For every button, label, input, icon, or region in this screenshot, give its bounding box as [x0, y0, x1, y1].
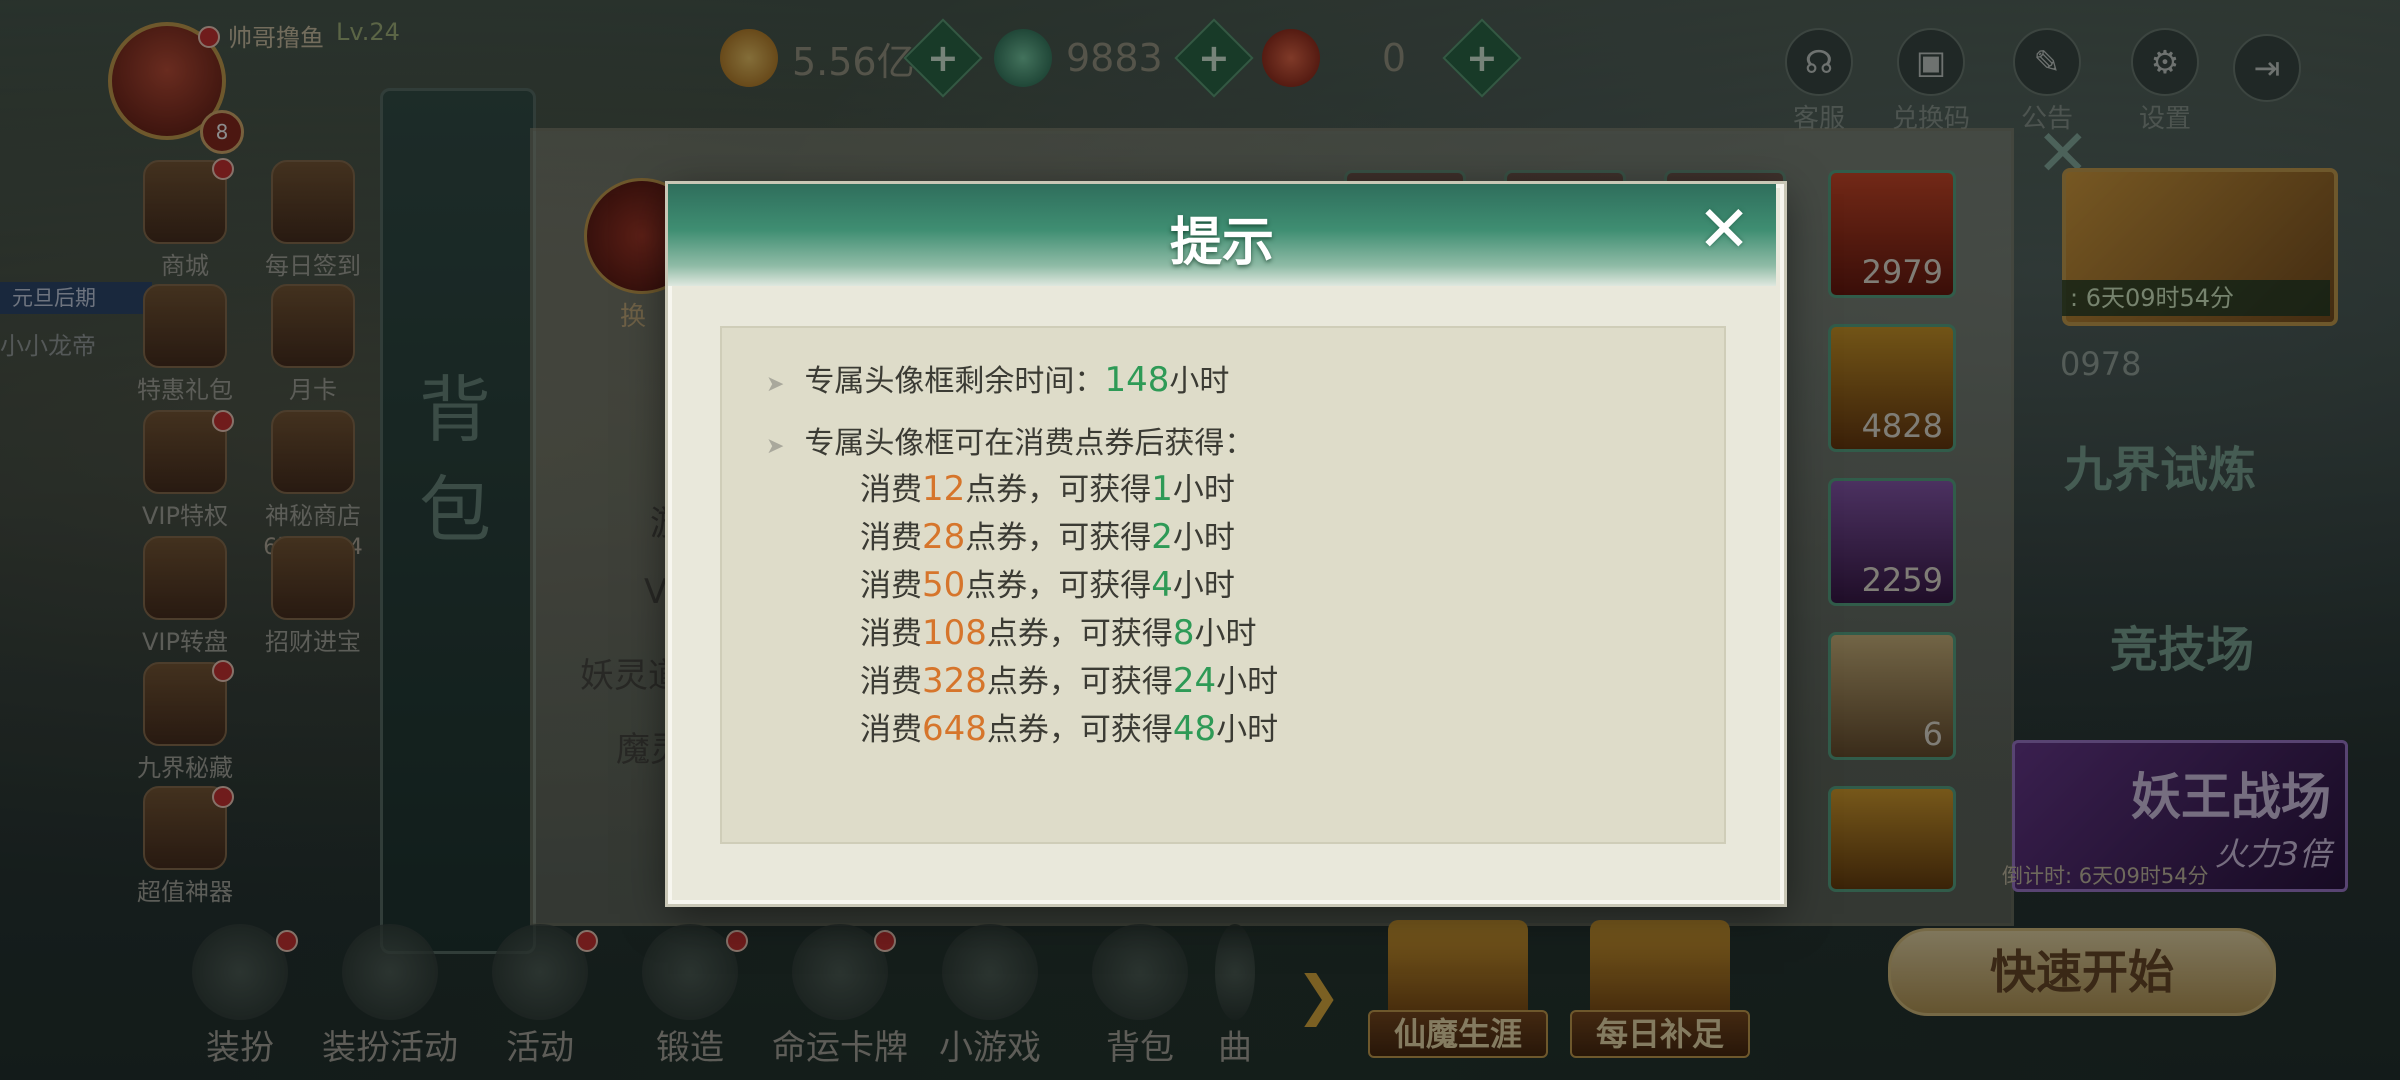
reward-row-unit: 小时: [1172, 472, 1235, 508]
reward-row-cost: 648: [922, 709, 987, 749]
reward-row: 消费108点券，可获得8小时: [860, 608, 1257, 653]
reward-row-unit: 小时: [1172, 568, 1235, 604]
reward-row-mid: 点券，可获得: [986, 616, 1173, 652]
reward-row-cost: 12: [922, 469, 966, 509]
reward-row-hours: 2: [1151, 517, 1173, 557]
reward-row-hours: 24: [1172, 661, 1217, 701]
reward-row-cost: 50: [922, 565, 966, 605]
reward-row-hours: 8: [1172, 613, 1195, 653]
bullet-arrow-icon: ➤: [766, 372, 785, 397]
reward-row-hours: 48: [1172, 709, 1217, 749]
reward-row-cost: 108: [922, 613, 987, 653]
reward-row-mid: 点券，可获得: [965, 568, 1152, 604]
reward-row-prefix: 消费: [860, 712, 922, 748]
remaining-time-label: 专属头像框剩余时间：: [804, 364, 1105, 399]
reward-row-hours: 4: [1151, 565, 1173, 605]
reward-row-prefix: 消费: [860, 472, 922, 508]
reward-row-mid: 点券，可获得: [986, 664, 1173, 700]
reward-row-prefix: 消费: [860, 520, 922, 556]
tip-dialog-title: 提示: [1169, 213, 1274, 273]
obtain-row: ➤ 专属头像框可在消费点券后获得：: [766, 418, 1254, 462]
tip-dialog-close-icon[interactable]: ✕: [1692, 198, 1756, 262]
reward-row: 消费12点券，可获得1小时: [860, 464, 1235, 509]
remaining-time-row: ➤ 专属头像框剩余时间：148小时: [766, 356, 1229, 400]
reward-row-unit: 小时: [1194, 616, 1257, 652]
reward-row-cost: 28: [922, 517, 966, 557]
obtain-label: 专属头像框可在消费点券后获得：: [804, 426, 1255, 461]
reward-row-prefix: 消费: [860, 664, 922, 700]
reward-row-mid: 点券，可获得: [965, 472, 1152, 508]
reward-row-mid: 点券，可获得: [965, 520, 1152, 556]
reward-row-prefix: 消费: [860, 568, 922, 604]
remaining-time-unit: 小时: [1169, 364, 1230, 399]
reward-row-unit: 小时: [1216, 712, 1279, 748]
reward-row: 消费328点券，可获得24小时: [860, 656, 1278, 701]
reward-row-unit: 小时: [1216, 664, 1279, 700]
reward-row: 消费28点券，可获得2小时: [860, 512, 1235, 557]
remaining-time-value: 148: [1104, 360, 1170, 400]
bullet-arrow-icon: ➤: [766, 434, 785, 459]
reward-row: 消费50点券，可获得4小时: [860, 560, 1235, 605]
reward-row-prefix: 消费: [860, 616, 922, 652]
reward-row-cost: 328: [922, 661, 987, 701]
reward-row-unit: 小时: [1172, 520, 1235, 556]
reward-row-hours: 1: [1151, 469, 1173, 509]
reward-row: 消费648点券，可获得48小时: [860, 704, 1278, 749]
reward-row-mid: 点券，可获得: [986, 712, 1173, 748]
